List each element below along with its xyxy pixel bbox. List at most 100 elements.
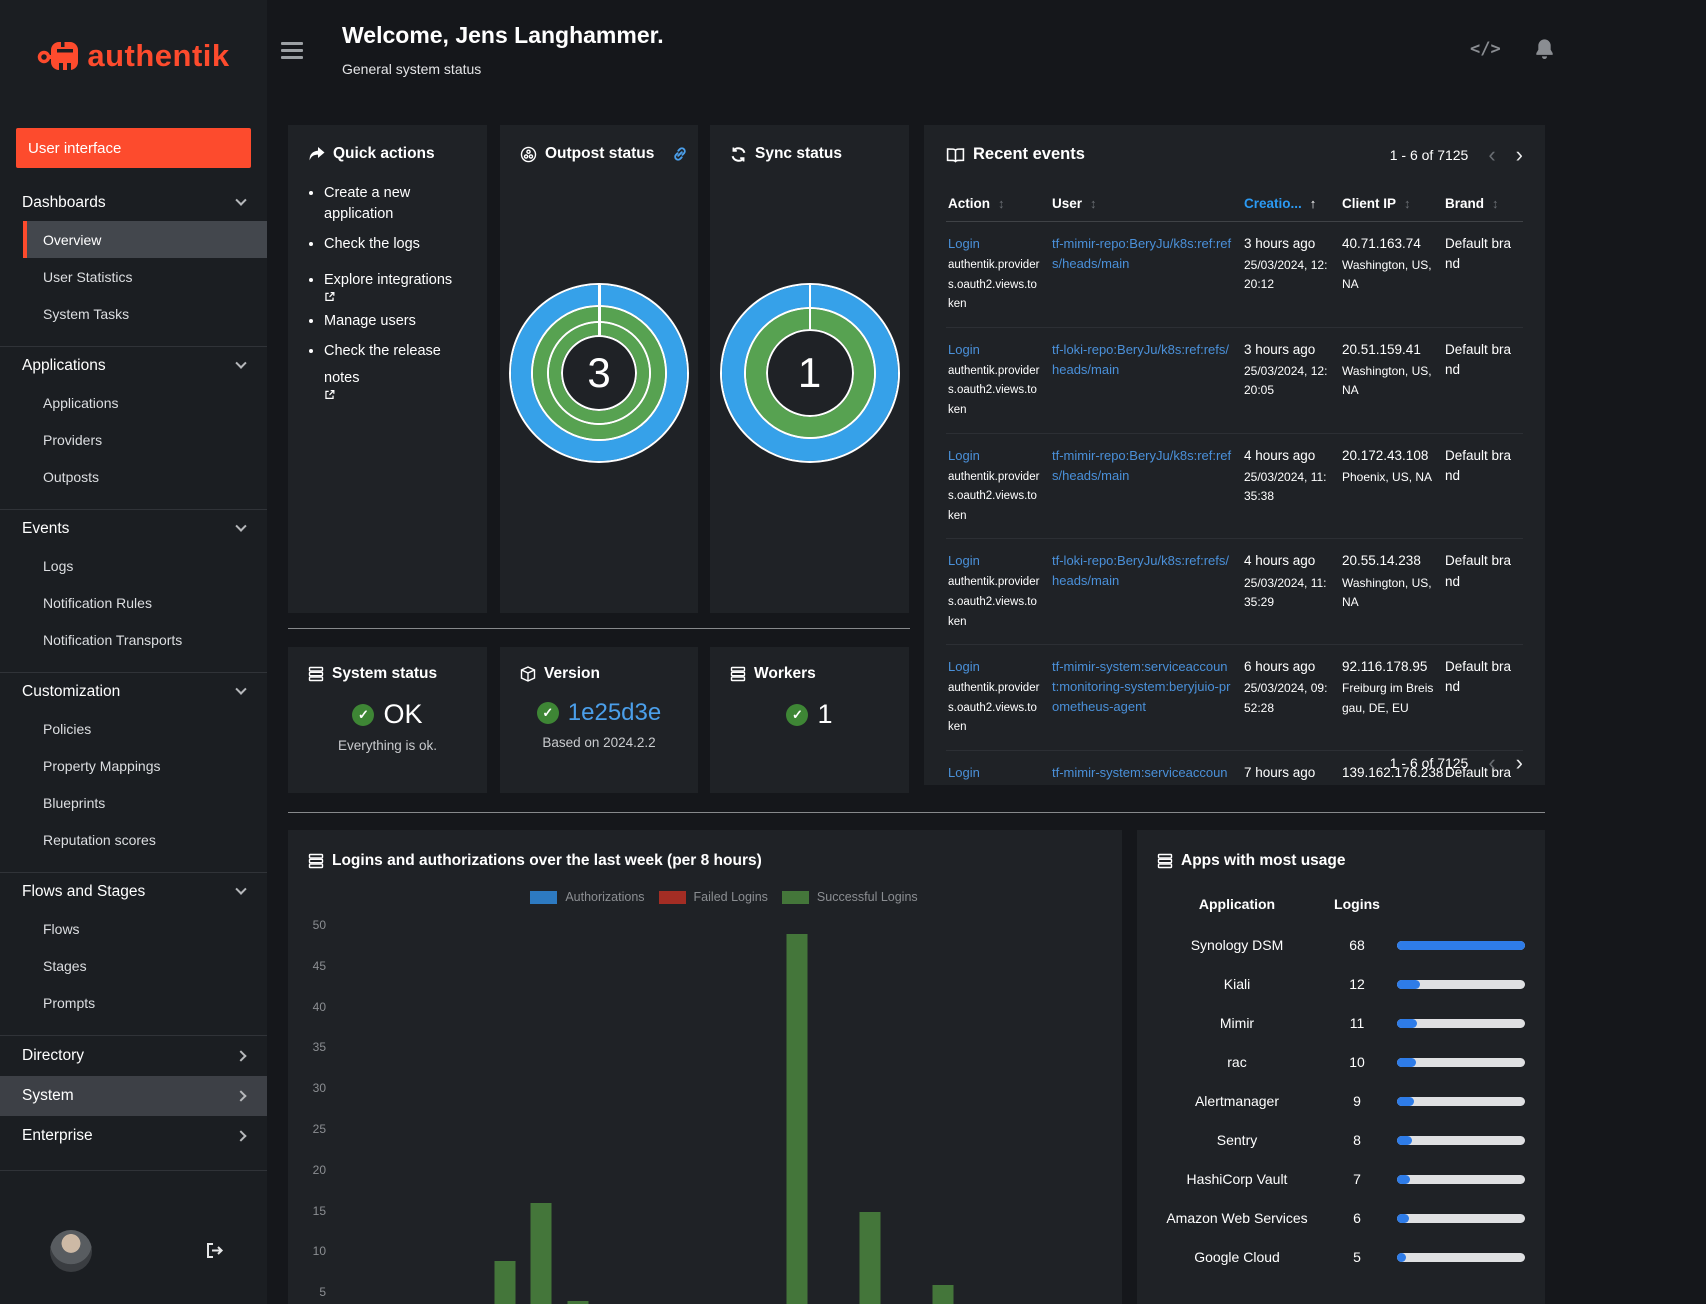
y-tick-label: 30 xyxy=(312,1081,326,1096)
app-logins: 12 xyxy=(1349,976,1365,993)
nav-header-customization[interactable]: Customization xyxy=(0,673,267,710)
sidebar-item-overview[interactable]: Overview xyxy=(23,221,267,258)
quick-action-check-logs[interactable]: Check the logs xyxy=(324,234,474,255)
sort-icon[interactable]: ↕ xyxy=(998,196,1005,211)
sort-icon[interactable]: ↕ xyxy=(1404,196,1411,211)
app-usage-bar xyxy=(1397,1043,1525,1082)
sidebar-item-reputation-scores[interactable]: Reputation scores xyxy=(0,821,267,858)
nav-header-events[interactable]: Events xyxy=(0,510,267,547)
sidebar: authentik User interface Dashboards Over… xyxy=(0,0,267,1304)
nav-item-label: Applications xyxy=(43,394,119,411)
event-brand: Default brand xyxy=(1445,553,1512,589)
usage-bar-track xyxy=(1397,980,1525,989)
nav-item-label: Logs xyxy=(43,557,74,574)
column-header-action[interactable]: Action ↕ xyxy=(946,188,1050,222)
event-action-link[interactable]: Login xyxy=(948,551,980,571)
quick-action-explore-integrations[interactable]: Explore integrations xyxy=(324,264,474,302)
column-header-creation[interactable]: Creatio... ↑ xyxy=(1242,188,1340,222)
card-title-text: Recent events xyxy=(973,145,1085,163)
app-name: Synology DSM xyxy=(1190,937,1284,954)
usage-bar-fill xyxy=(1397,1253,1406,1262)
version-link[interactable]: 1e25d3e xyxy=(568,699,661,727)
y-tick-label: 35 xyxy=(312,1040,326,1055)
sidebar-item-prompts[interactable]: Prompts xyxy=(0,984,267,1021)
event-user-link[interactable]: tf-mimir-repo:BeryJu/k8s:ref:refs/heads/… xyxy=(1052,446,1234,486)
event-action-link[interactable]: Login xyxy=(948,234,980,254)
nav-item-label: Providers xyxy=(43,431,103,448)
app-usage-bar xyxy=(1397,1082,1525,1121)
sidebar-item-notification-rules[interactable]: Notification Rules xyxy=(0,584,267,621)
apps-usage-table: Application Logins Synology DSM 68 Kiali… xyxy=(1137,896,1545,1277)
sidebar-item-logs[interactable]: Logs xyxy=(0,547,267,584)
logout-icon[interactable] xyxy=(205,1242,225,1259)
event-user-link[interactable]: tf-mimir-repo:BeryJu/k8s:ref:refs/heads/… xyxy=(1052,234,1234,274)
sidebar-item-applications[interactable]: Applications xyxy=(0,384,267,421)
quick-actions-card: Quick actions Create a new application C… xyxy=(288,125,487,613)
sidebar-item-outposts[interactable]: Outposts xyxy=(0,458,267,495)
sidebar-item-policies[interactable]: Policies xyxy=(0,710,267,747)
legend-label: Failed Logins xyxy=(693,890,768,904)
sidebar-item-providers[interactable]: Providers xyxy=(0,421,267,458)
recent-events-header: Recent events 1 - 6 of 7125 ‹ › xyxy=(924,125,1545,165)
menu-icon[interactable] xyxy=(281,42,303,63)
sidebar-item-user-statistics[interactable]: User Statistics xyxy=(0,258,267,295)
app-logins: 68 xyxy=(1349,937,1365,954)
sidebar-item-system[interactable]: System xyxy=(0,1076,267,1116)
sidebar-item-stages[interactable]: Stages xyxy=(0,947,267,984)
quick-action-manage-users[interactable]: Manage users xyxy=(324,311,474,332)
quick-actions-list: Create a new application Check the logs … xyxy=(324,183,487,400)
usage-bar-fill xyxy=(1397,1097,1414,1106)
sidebar-item-notification-transports[interactable]: Notification Transports xyxy=(0,621,267,658)
event-action-link[interactable]: Login xyxy=(948,446,980,466)
nav-header-dashboards[interactable]: Dashboards xyxy=(0,184,267,221)
legend-item[interactable]: Authorizations xyxy=(530,890,645,904)
quick-action-label: Explore integrations xyxy=(324,271,453,288)
sidebar-item-directory[interactable]: Directory xyxy=(0,1036,267,1076)
event-user-link[interactable]: tf-loki-repo:BeryJu/k8s:ref:refs/heads/m… xyxy=(1052,551,1234,591)
app-logins: 7 xyxy=(1353,1171,1361,1188)
nav-header-flows-and-stages[interactable]: Flows and Stages xyxy=(0,873,267,910)
chevron-right-icon xyxy=(235,1050,247,1062)
pagination-prev-icon[interactable]: ‹ xyxy=(1488,143,1495,165)
sidebar-item-enterprise[interactable]: Enterprise xyxy=(0,1116,267,1156)
system-status-card: System status ✓ OK Everything is ok. xyxy=(288,647,487,793)
authentik-logo[interactable]: authentik xyxy=(0,30,267,82)
outpost-status-donut: 3 xyxy=(511,285,687,461)
nav-item-label: Flows xyxy=(43,920,80,937)
server-icon xyxy=(308,853,324,869)
api-code-icon[interactable]: </> xyxy=(1470,39,1501,59)
nav-header-applications[interactable]: Applications xyxy=(0,347,267,384)
column-header-client-ip[interactable]: Client IP ↕ xyxy=(1340,188,1443,222)
sidebar-item-property-mappings[interactable]: Property Mappings xyxy=(0,747,267,784)
pagination-prev-icon[interactable]: ‹ xyxy=(1488,752,1495,774)
pagination-next-icon[interactable]: › xyxy=(1516,752,1523,774)
column-header-user[interactable]: User ↕ xyxy=(1050,188,1242,222)
sidebar-item-flows[interactable]: Flows xyxy=(0,910,267,947)
event-user-link[interactable]: tf-mimir-system:serviceaccount:monitorin… xyxy=(1052,657,1234,717)
sidebar-item-system-tasks[interactable]: System Tasks xyxy=(0,295,267,332)
event-action-link[interactable]: Login xyxy=(948,657,980,677)
quick-action-release-notes[interactable]: Check the release notes xyxy=(324,341,474,400)
sort-icon[interactable]: ↕ xyxy=(1090,196,1097,211)
sort-asc-icon[interactable]: ↑ xyxy=(1310,196,1317,211)
legend-item[interactable]: Successful Logins xyxy=(781,890,918,904)
app-usage-bar xyxy=(1397,1160,1525,1199)
workers-value: 1 xyxy=(817,699,833,729)
quick-action-create-application[interactable]: Create a new application xyxy=(324,183,474,225)
sort-icon[interactable]: ↕ xyxy=(1492,196,1499,211)
event-user-link[interactable]: tf-mimir-system:serviceaccount:monitorin… xyxy=(1052,763,1234,785)
event-user-link[interactable]: tf-loki-repo:BeryJu/k8s:ref:refs/heads/m… xyxy=(1052,340,1234,380)
legend-item[interactable]: Failed Logins xyxy=(658,890,768,904)
app-usage-bar xyxy=(1397,965,1525,1004)
event-action-link[interactable]: Login xyxy=(948,340,980,360)
event-action-link[interactable]: Login xyxy=(948,763,980,783)
column-header-brand[interactable]: Brand ↕ xyxy=(1443,188,1523,222)
user-interface-button[interactable]: User interface xyxy=(16,128,251,168)
pagination-next-icon[interactable]: › xyxy=(1516,143,1523,165)
section-divider xyxy=(288,812,1545,813)
user-avatar[interactable] xyxy=(50,1230,92,1272)
notifications-bell-icon[interactable] xyxy=(1535,38,1554,59)
outpost-link-icon[interactable] xyxy=(672,146,688,162)
system-status-value-row: ✓ OK xyxy=(288,699,487,730)
sidebar-item-blueprints[interactable]: Blueprints xyxy=(0,784,267,821)
